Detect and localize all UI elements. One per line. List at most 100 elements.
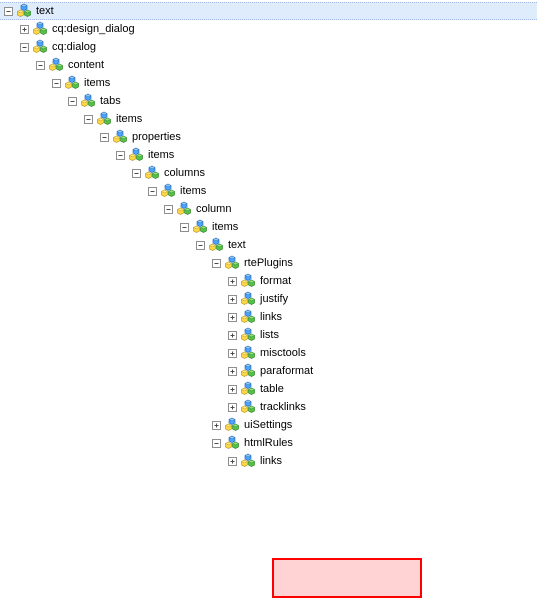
tree-row[interactable]: uiSettings (0, 416, 537, 434)
tree-row[interactable]: paraformat (0, 362, 537, 380)
collapse-icon[interactable] (64, 92, 80, 110)
tree-root: textcq:design_dialogcq:dialogcontentitem… (0, 0, 537, 480)
tree-node-label[interactable]: misctools (259, 344, 306, 362)
tree-node-label[interactable]: items (147, 146, 174, 164)
tree-node-label[interactable]: paraformat (259, 362, 313, 380)
tree-indent (96, 272, 112, 290)
tree-indent (32, 416, 48, 434)
collapse-icon[interactable] (0, 2, 16, 20)
tree-node-label[interactable]: links (259, 308, 282, 326)
tree-indent (208, 290, 224, 308)
tree-node-label[interactable]: items (115, 110, 142, 128)
tree-row[interactable]: tabs (0, 92, 537, 110)
tree-node-label[interactable]: items (211, 218, 238, 236)
tree-row[interactable]: items (0, 218, 537, 236)
tree-node-label[interactable]: columns (163, 164, 205, 182)
collapse-icon[interactable] (144, 182, 160, 200)
tree-node-label[interactable]: uiSettings (243, 416, 292, 434)
collapse-icon[interactable] (208, 254, 224, 272)
tree-node-label[interactable]: format (259, 272, 291, 290)
tree-node-label[interactable]: lists (259, 326, 279, 344)
tree-indent (48, 164, 64, 182)
tree-indent (192, 398, 208, 416)
expand-icon[interactable] (224, 326, 240, 344)
tree-row[interactable]: items (0, 182, 537, 200)
collapse-icon[interactable] (112, 146, 128, 164)
tree-node-label[interactable]: htmlRules (243, 434, 293, 452)
tree-node-label[interactable]: properties (131, 128, 181, 146)
tree-node-label[interactable]: links (259, 452, 282, 470)
tree-row[interactable]: text (0, 2, 537, 20)
tree-row[interactable]: columns (0, 164, 537, 182)
tree-row[interactable]: links (0, 308, 537, 326)
tree-indent (96, 218, 112, 236)
tree-row[interactable]: misctools (0, 344, 537, 362)
collapse-icon[interactable] (96, 128, 112, 146)
expand-icon[interactable] (224, 290, 240, 308)
tree-node-label[interactable]: tracklinks (259, 398, 306, 416)
expand-icon[interactable] (224, 272, 240, 290)
node-icon (48, 57, 64, 73)
tree-row[interactable]: table (0, 380, 537, 398)
tree-row[interactable]: links (0, 452, 537, 470)
collapse-icon[interactable] (32, 56, 48, 74)
tree-row[interactable]: items (0, 74, 537, 92)
tree-node-label[interactable]: cq:design_dialog (51, 20, 135, 38)
expand-icon[interactable] (224, 308, 240, 326)
tree-node-label[interactable]: table (259, 380, 284, 398)
tree-row[interactable]: rtePlugins (0, 254, 537, 272)
tree-row[interactable]: items (0, 110, 537, 128)
tree-indent (80, 128, 96, 146)
tree-node-label[interactable]: cq:dialog (51, 38, 96, 56)
tree-node-label[interactable]: column (195, 200, 231, 218)
expand-icon[interactable] (224, 452, 240, 470)
tree-row[interactable]: cq:design_dialog (0, 20, 537, 38)
tree-row[interactable]: properties (0, 128, 537, 146)
expand-icon[interactable] (224, 344, 240, 362)
tree-indent (64, 254, 80, 272)
tree-indent (16, 380, 32, 398)
collapse-icon[interactable] (160, 200, 176, 218)
tree-row[interactable]: content (0, 56, 537, 74)
tree-node-label[interactable]: rtePlugins (243, 254, 293, 272)
tree-node-label[interactable]: content (67, 56, 104, 74)
expand-icon[interactable] (224, 398, 240, 416)
tree-indent (144, 344, 160, 362)
expand-icon[interactable] (16, 20, 32, 38)
tree-row[interactable]: column (0, 200, 537, 218)
tree-node-label[interactable]: items (83, 74, 110, 92)
collapse-icon[interactable] (48, 74, 64, 92)
tree-row[interactable]: text (0, 236, 537, 254)
tree-indent (64, 398, 80, 416)
tree-row[interactable]: justify (0, 290, 537, 308)
tree-indent (64, 128, 80, 146)
collapse-icon[interactable] (176, 218, 192, 236)
tree-indent (96, 290, 112, 308)
tree-row[interactable]: tracklinks (0, 398, 537, 416)
tree-node-label[interactable]: items (179, 182, 206, 200)
tree-indent (0, 236, 16, 254)
collapse-icon[interactable] (80, 110, 96, 128)
tree-node-label[interactable]: text (227, 236, 246, 254)
tree-node-label[interactable]: text (35, 3, 54, 19)
collapse-icon[interactable] (128, 164, 144, 182)
tree-indent (64, 290, 80, 308)
tree-node-label[interactable]: tabs (99, 92, 121, 110)
collapse-icon[interactable] (16, 38, 32, 56)
collapse-icon[interactable] (192, 236, 208, 254)
expand-icon[interactable] (224, 380, 240, 398)
tree-indent (176, 236, 192, 254)
tree-indent (64, 362, 80, 380)
expand-icon[interactable] (208, 416, 224, 434)
tree-indent (160, 272, 176, 290)
collapse-icon[interactable] (208, 434, 224, 452)
tree-row[interactable]: items (0, 146, 537, 164)
tree-row[interactable]: htmlRules (0, 434, 537, 452)
tree-row[interactable]: cq:dialog (0, 38, 537, 56)
tree-row[interactable]: lists (0, 326, 537, 344)
tree-node-label[interactable]: justify (259, 290, 288, 308)
tree-row[interactable]: format (0, 272, 537, 290)
tree-indent (192, 380, 208, 398)
tree-node: columnsitemscolumnitemstextrtePluginsfor… (0, 164, 537, 470)
expand-icon[interactable] (224, 362, 240, 380)
